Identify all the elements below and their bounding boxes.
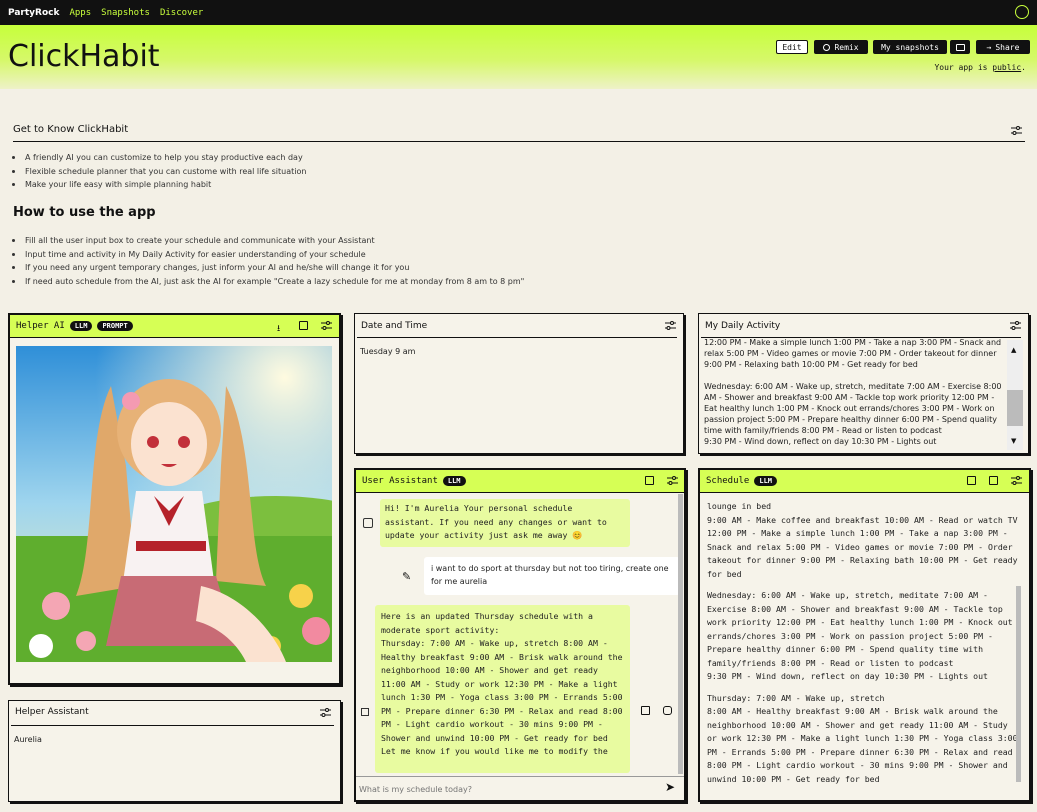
ai-bot-icon — [363, 518, 373, 528]
schedule-output: lounge in bed 9:00 AM - Make coffee and … — [707, 501, 1018, 784]
settings-sliders-icon[interactable] — [1011, 476, 1022, 485]
top-nav-bar: PartyRock Apps Snapshots Discover — [0, 0, 1037, 25]
send-icon[interactable]: ➤ — [665, 780, 675, 794]
intro-bullet: A friendly AI you can customize to help … — [12, 153, 303, 162]
scrollbar[interactable] — [678, 494, 683, 774]
download-icon[interactable]: ⭳ — [277, 321, 280, 337]
my-snapshots-button[interactable]: My snapshots — [873, 40, 947, 54]
user-avatar-icon[interactable] — [1015, 5, 1029, 19]
refresh-image-icon[interactable] — [299, 321, 308, 330]
anime-girl-image — [16, 346, 332, 662]
ai-message: Hi! I'm Aurelia Your personal schedule a… — [380, 499, 630, 547]
card-title: Helper Assistant — [15, 707, 89, 717]
refresh-icon[interactable] — [645, 476, 654, 485]
public-link[interactable]: public — [992, 63, 1021, 72]
helper-ai-card: Helper AI LLM PROMPT ⭳ — [8, 313, 341, 685]
ai-message: Here is an updated Thursday schedule wit… — [375, 605, 630, 773]
settings-sliders-icon[interactable] — [321, 321, 332, 330]
scrollbar-thumb[interactable] — [1007, 390, 1023, 426]
settings-sliders-icon[interactable] — [320, 708, 331, 717]
divider — [13, 141, 1025, 142]
remix-button[interactable]: Remix — [814, 40, 868, 54]
llm-badge: LLM — [442, 476, 466, 486]
scroll-up-icon[interactable]: ▲ — [1011, 346, 1016, 354]
refresh-icon[interactable] — [989, 476, 998, 485]
card-header: Helper AI LLM PROMPT — [10, 315, 339, 337]
daily-activity-card: My Daily Activity 12:00 PM - Make a simp… — [698, 313, 1029, 454]
intro-bullet: Make your life easy with simple planning… — [11, 180, 212, 189]
settings-sliders-icon[interactable] — [1011, 126, 1022, 135]
intro-title: Get to Know ClickHabit — [13, 124, 129, 135]
scroll-down-icon[interactable]: ▼ — [1011, 437, 1016, 445]
user-edit-icon: ✎ — [402, 570, 412, 583]
intro-bullet: Flexible schedule planner that you can c… — [11, 167, 307, 176]
daily-activity-textarea[interactable]: 12:00 PM - Make a simple lunch 1:00 PM -… — [704, 337, 1004, 453]
howto-heading: How to use the app — [13, 205, 156, 220]
ai-bot-icon — [361, 708, 369, 716]
llm-badge: LLM — [69, 321, 93, 331]
llm-badge: LLM — [754, 476, 778, 486]
nav-snapshots[interactable]: Snapshots — [101, 8, 150, 18]
card-title: Helper AI — [16, 321, 65, 331]
user-assistant-card: User Assistant LLM Hi! I'm Aurelia Your … — [354, 468, 686, 802]
card-header: User Assistant LLM — [356, 470, 684, 492]
nav-discover[interactable]: Discover — [160, 8, 203, 18]
howto-bullet: Fill all the user input box to create yo… — [12, 236, 375, 245]
howto-bullet: Input time and activity in My Daily Acti… — [12, 250, 366, 259]
chat-input[interactable] — [359, 779, 649, 799]
public-status: Your app is public. — [934, 63, 1026, 72]
prompt-badge: PROMPT — [97, 321, 133, 331]
card-header: My Daily Activity — [699, 314, 1028, 338]
howto-bullet: If need auto schedule from the AI, just … — [11, 277, 525, 286]
retry-icon[interactable] — [663, 706, 672, 715]
scrollbar[interactable]: ▲ ▼ — [1007, 340, 1023, 450]
howto-bullet: If you need any urgent temporary changes… — [11, 263, 410, 272]
nav-apps[interactable]: Apps — [69, 8, 91, 18]
scrollbar[interactable] — [1016, 586, 1021, 782]
copy-icon[interactable] — [967, 476, 976, 485]
edit-button[interactable]: Edit — [776, 40, 808, 54]
schedule-card: Schedule LLM lounge in bed 9:00 AM - Mak… — [698, 468, 1031, 802]
card-title: Date and Time — [361, 321, 428, 331]
intro-section: Get to Know ClickHabit — [13, 124, 1025, 142]
copy-icon[interactable] — [641, 706, 650, 715]
date-time-input[interactable]: Tuesday 9 am — [360, 346, 415, 357]
camera-icon[interactable] — [950, 40, 970, 54]
user-message: i want to do sport at thursday but not t… — [424, 557, 680, 595]
card-title: My Daily Activity — [705, 321, 781, 331]
settings-sliders-icon[interactable] — [667, 476, 678, 485]
card-header: Helper Assistant — [9, 701, 340, 723]
app-title: ClickHabit — [8, 39, 160, 74]
helper-assistant-card: Helper Assistant Aurelia — [8, 700, 341, 802]
partyrock-logo[interactable]: PartyRock — [8, 8, 59, 18]
share-button[interactable]: → Share — [976, 40, 1030, 54]
arrow-right-icon: → — [986, 42, 992, 52]
card-title: Schedule — [706, 476, 750, 486]
remix-icon — [823, 43, 831, 51]
settings-sliders-icon[interactable] — [665, 321, 676, 330]
card-title: User Assistant — [362, 476, 438, 486]
card-header: Schedule LLM — [700, 470, 1029, 492]
date-time-card: Date and Time Tuesday 9 am — [354, 313, 684, 454]
settings-sliders-icon[interactable] — [1010, 321, 1021, 330]
helper-assistant-input[interactable]: Aurelia — [14, 734, 42, 745]
app-header: ClickHabit Edit Remix My snapshots → Shar… — [0, 25, 1037, 89]
card-header: Date and Time — [355, 314, 683, 338]
